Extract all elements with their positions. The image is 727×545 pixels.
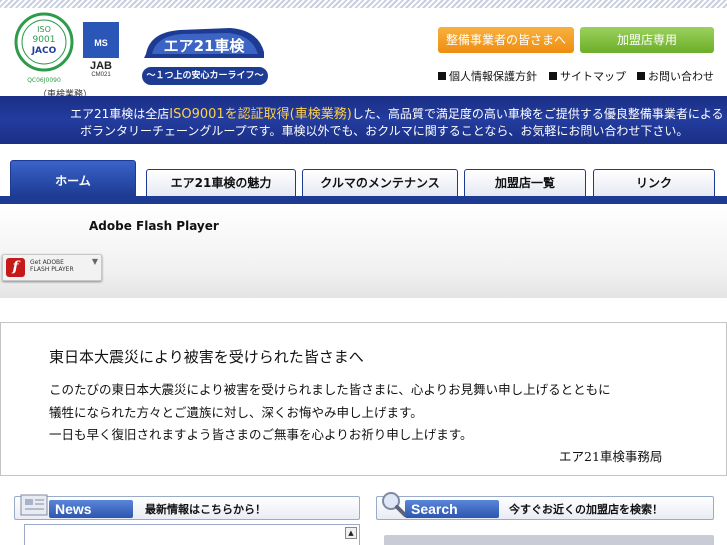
iso-seal-top: ISO bbox=[37, 25, 51, 34]
notice-line: 犠牲になられた方々とご遺族に対し、深くお悔やみ申し上げます。 bbox=[49, 405, 423, 420]
top-stripe bbox=[0, 0, 727, 8]
tab-maintenance[interactable]: クルマのメンテナンス bbox=[302, 169, 458, 196]
news-list[interactable]: ▲ bbox=[24, 524, 360, 545]
tab-appeal[interactable]: エア21車検の魅力 bbox=[146, 169, 296, 196]
notice-title: 東日本大震災により被害を受けられた皆さまへ bbox=[49, 348, 364, 366]
newspaper-icon bbox=[20, 494, 48, 516]
jab-mark-icon: MS bbox=[83, 22, 119, 58]
iso-seal-logo: ISO 9001 JACO QC06J0090 bbox=[14, 12, 74, 84]
search-box[interactable] bbox=[384, 535, 714, 545]
util-link-label: サイトマップ bbox=[560, 70, 626, 83]
flash-badge-text: Get ADOBE FLASH PLAYER bbox=[30, 259, 74, 273]
scroll-up-arrow-icon[interactable]: ▲ bbox=[345, 527, 357, 539]
square-bullet-icon bbox=[637, 72, 645, 80]
square-bullet-icon bbox=[549, 72, 557, 80]
flash-title: Adobe Flash Player bbox=[89, 219, 219, 233]
jab-logo: MS JAB CM021 bbox=[80, 22, 122, 86]
news-description: 最新情報はこちらから！ bbox=[145, 503, 266, 516]
site-header: ISO 9001 JACO QC06J0090 MS JAB CM021 （車検… bbox=[0, 8, 727, 100]
banner-highlight: ISO9001を認証取得(車検業務) bbox=[169, 107, 352, 122]
brand-logo[interactable]: エア21車検 ～１つ上の安心カーライフ～ bbox=[140, 24, 268, 88]
tab-member-list[interactable]: 加盟店一覧 bbox=[464, 169, 586, 196]
notice-signature: エア21車検事務局 bbox=[559, 449, 663, 464]
intro-banner: エア21車検は全店ISO9001を認証取得(車検業務)した、高品質で満足度の高い… bbox=[0, 96, 727, 144]
jab-mark-text: MS bbox=[94, 38, 108, 48]
square-bullet-icon bbox=[438, 72, 446, 80]
tab-links[interactable]: リンク bbox=[593, 169, 715, 196]
util-link-label: お問い合わせ bbox=[648, 70, 714, 83]
banner-line-1: エア21車検は全店ISO9001を認証取得(車検業務)した、高品質で満足度の高い… bbox=[70, 103, 723, 122]
get-flash-badge[interactable]: f Get ADOBE FLASH PLAYER ▼ bbox=[2, 254, 102, 281]
search-label: Search bbox=[405, 500, 499, 518]
car-logo-icon: エア21車検 bbox=[144, 28, 264, 58]
nav-bottom-bar bbox=[0, 196, 727, 204]
flash-player-icon: f bbox=[6, 258, 25, 277]
notice-line: このたびの東日本大震災により被害を受けられました皆さまに、心よりお見舞い申し上げ… bbox=[49, 382, 611, 397]
jab-name: JAB bbox=[89, 60, 112, 72]
brand-logo-text: エア21車検 bbox=[164, 37, 246, 55]
news-panel-header: News 最新情報はこちらから！ bbox=[14, 494, 360, 520]
flash-badge-get: Get ADOBE bbox=[30, 259, 64, 266]
download-arrow-icon: ▼ bbox=[91, 257, 98, 266]
iso-seal-code: QC06J0090 bbox=[27, 77, 61, 84]
search-panel-header: Search 今すぐお近くの加盟店を検索！ bbox=[376, 492, 714, 520]
maintainers-button[interactable]: 整備事業者の皆さまへ bbox=[438, 27, 574, 53]
banner-line-1-post: した、高品質で満足度の高い車検をご提供する優良整備事業者による bbox=[351, 107, 724, 121]
flash-badge-name: FLASH PLAYER bbox=[30, 266, 74, 273]
search-description: 今すぐお近くの加盟店を検索！ bbox=[509, 503, 663, 516]
jab-code: CM021 bbox=[91, 72, 111, 78]
util-link-sitemap[interactable]: サイトマップ bbox=[549, 68, 626, 84]
banner-line-1-pre: エア21車検は全店 bbox=[70, 107, 170, 121]
banner-line-2: ボランタリーチェーングループです。車検以外でも、おクルマに関することなら、お気軽… bbox=[80, 124, 689, 138]
members-only-button[interactable]: 加盟店専用 bbox=[580, 27, 714, 53]
util-link-label: 個人情報保護方針 bbox=[449, 70, 537, 83]
notice-line: 一日も早く復旧されますよう皆さまのご無事を心よりお祈り申し上げます。 bbox=[49, 427, 473, 442]
news-label: News bbox=[49, 500, 133, 518]
brand-tagline: ～１つ上の安心カーライフ～ bbox=[142, 67, 268, 85]
iso-seal-mid: 9001 bbox=[33, 35, 56, 45]
tab-home[interactable]: ホーム bbox=[10, 160, 136, 196]
iso-seal-org: JACO bbox=[31, 46, 57, 56]
util-link-contact[interactable]: お問い合わせ bbox=[637, 68, 714, 84]
util-link-privacy[interactable]: 個人情報保護方針 bbox=[438, 68, 537, 84]
